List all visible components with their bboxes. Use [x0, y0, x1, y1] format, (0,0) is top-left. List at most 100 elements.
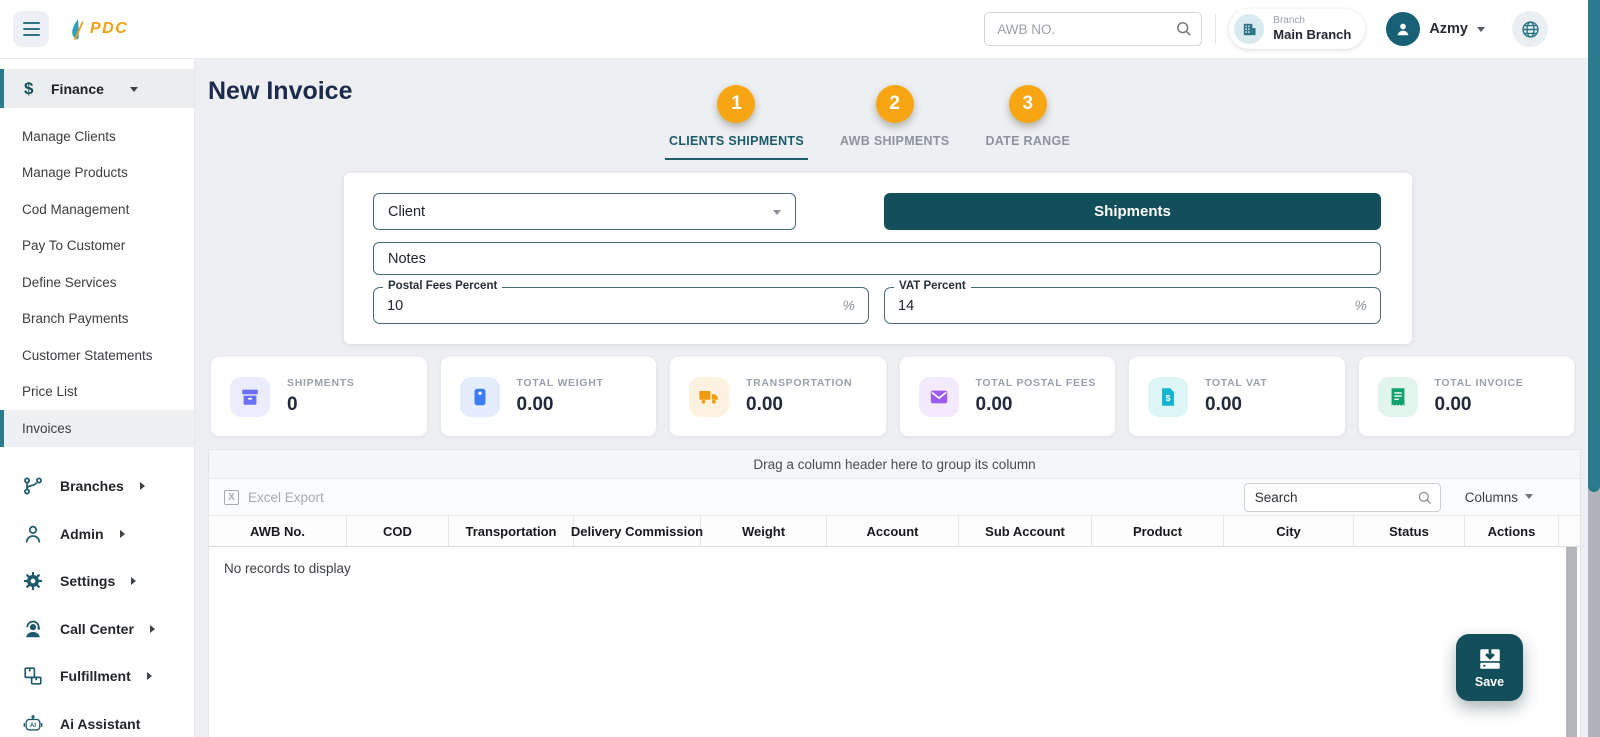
sidebar-item[interactable]: Pay To Customer [0, 228, 194, 265]
postal-fees-field: Postal Fees Percent % [373, 280, 869, 324]
sidebar-section-item[interactable]: Call Center [0, 605, 194, 653]
sidebar-section-label: Call Center [60, 620, 134, 637]
group-drop-zone[interactable]: Drag a column header here to group its c… [209, 450, 1580, 479]
dollar-icon: $ [24, 78, 34, 98]
chevron-down-icon [129, 86, 138, 96]
sidebar-item-label: Pay To Customer [22, 238, 126, 254]
stats-row: SHIPMENTS 0 TOTAL WEIGHT 0.00 TRANSPORTA… [211, 357, 1574, 436]
chevron-right-icon [131, 577, 140, 586]
globe-icon [1520, 19, 1541, 40]
menu-toggle-button[interactable] [13, 11, 49, 47]
column-header[interactable]: Status [1354, 516, 1465, 546]
column-header[interactable]: Account [827, 516, 959, 546]
sidebar-item-label: Invoices [22, 420, 72, 436]
branches-icon [22, 475, 44, 497]
fulfillment-icon [22, 665, 44, 687]
column-header[interactable]: City [1224, 516, 1354, 546]
sidebar-item[interactable]: Manage Products [0, 155, 194, 192]
ai-assistant-icon: AI [22, 713, 44, 735]
active-step-underline [665, 158, 808, 160]
sidebar-group-label: Finance [51, 80, 104, 97]
vat-percent-input[interactable] [898, 293, 1245, 318]
vat-percent-label: VAT Percent [894, 280, 971, 292]
vat-percent-field: VAT Percent % [884, 280, 1381, 324]
percent-suffix: % [842, 297, 855, 313]
sidebar-item-label: Price List [22, 384, 78, 400]
empty-message: No records to display [224, 561, 351, 576]
excel-export-button[interactable]: X Excel Export [224, 489, 324, 505]
divider [1215, 14, 1217, 44]
stat-value: 0.00 [1205, 394, 1242, 415]
columns-button[interactable]: Columns [1465, 490, 1533, 505]
grid-search-input[interactable] [1243, 482, 1441, 512]
client-select-value: Client [388, 203, 426, 220]
sidebar-item[interactable]: Customer Statements [0, 337, 194, 374]
step[interactable]: 1 CLIENTS SHIPMENTS [665, 85, 808, 160]
invoice-form-card: Client Shipments Notes Postal Fees Perce… [344, 173, 1412, 344]
stat-label: TOTAL VAT [1205, 377, 1268, 389]
stat-card: TOTAL INVOICE 0.00 [1358, 357, 1574, 436]
column-header[interactable]: Product [1092, 516, 1224, 546]
sidebar-item-label: Define Services [22, 274, 117, 290]
topbar-right: Branch Main Branch Azmy [984, 9, 1588, 49]
column-header[interactable]: COD [347, 516, 449, 546]
user-avatar-icon [1386, 12, 1421, 46]
user-menu[interactable]: Azmy [1386, 12, 1485, 46]
grid-search [1243, 482, 1441, 512]
page-scrollbar[interactable] [1588, 0, 1600, 737]
client-select[interactable]: Client [373, 193, 796, 230]
save-label: Save [1474, 675, 1505, 689]
main-content: New Invoice 1 CLIENTS SHIPMENTS 2 AWB SH… [195, 59, 1588, 737]
sidebar-sections: Branches Admin Settings Call Center Fulf… [0, 463, 194, 737]
excel-export-label: Excel Export [248, 489, 324, 505]
step-label: CLIENTS SHIPMENTS [669, 134, 804, 148]
sidebar-section-label: Fulfillment [60, 668, 131, 685]
sidebar-section-item[interactable]: Settings [0, 558, 194, 606]
notes-input[interactable]: Notes [373, 242, 1381, 275]
sidebar-section-item[interactable]: Branches [0, 463, 194, 511]
column-header[interactable]: Transportation [449, 516, 574, 546]
column-header[interactable]: Sub Account [959, 516, 1092, 546]
sidebar-item[interactable]: Price List [0, 374, 194, 411]
branch-selector[interactable]: Branch Main Branch [1229, 9, 1366, 49]
topbar: PDC Branch Main Branch Azmy [0, 0, 1588, 59]
sidebar-item[interactable]: Cod Management [0, 191, 194, 228]
chevron-down-icon [1477, 27, 1485, 36]
step-number-badge: 2 [875, 85, 914, 123]
column-header[interactable]: Delivery Commission [571, 516, 703, 546]
column-header[interactable]: Actions [1465, 516, 1559, 546]
pdc-logo: PDC [71, 18, 128, 41]
sidebar-section-item[interactable]: Fulfillment [0, 653, 194, 701]
search-icon[interactable] [1174, 19, 1193, 38]
save-icon [1477, 646, 1503, 672]
language-button[interactable] [1512, 11, 1548, 47]
page-scrollbar-thumb[interactable] [1588, 0, 1600, 492]
sidebar-item-label: Manage Clients [22, 128, 116, 144]
branch-label: Branch [1273, 15, 1305, 27]
shipments-button[interactable]: Shipments [884, 193, 1381, 230]
column-header[interactable]: Weight [701, 516, 827, 546]
table-scrollbar[interactable] [1566, 547, 1577, 737]
save-button[interactable]: Save [1456, 634, 1523, 701]
stat-label: SHIPMENTS [287, 377, 355, 389]
sidebar-section-item[interactable]: AI Ai Assistant [0, 700, 194, 737]
sidebar-section-label: Settings [60, 573, 116, 590]
sidebar-item[interactable]: Branch Payments [0, 301, 194, 338]
postal-fees-input[interactable] [387, 293, 733, 318]
chevron-right-icon [146, 672, 156, 681]
step[interactable]: 3 DATE RANGE [985, 85, 1070, 160]
archive-box-icon [230, 376, 270, 417]
sidebar-item[interactable]: Manage Clients [0, 118, 194, 155]
sidebar-item[interactable]: Invoices [0, 410, 194, 447]
stat-card: TRANSPORTATION 0.00 [670, 357, 886, 436]
sidebar-item-finance[interactable]: $ Finance [0, 69, 194, 108]
sidebar-section-item[interactable]: Admin [0, 510, 194, 558]
column-header[interactable]: AWB No. [209, 516, 347, 546]
shipments-grid: Drag a column header here to group its c… [208, 449, 1581, 737]
svg-text:$: $ [1166, 393, 1171, 403]
sidebar-item[interactable]: Define Services [0, 264, 194, 301]
chevron-down-icon [1525, 494, 1533, 503]
step[interactable]: 2 AWB SHIPMENTS [840, 85, 949, 160]
chevron-right-icon [149, 624, 159, 633]
awb-search-input[interactable] [984, 12, 1203, 46]
